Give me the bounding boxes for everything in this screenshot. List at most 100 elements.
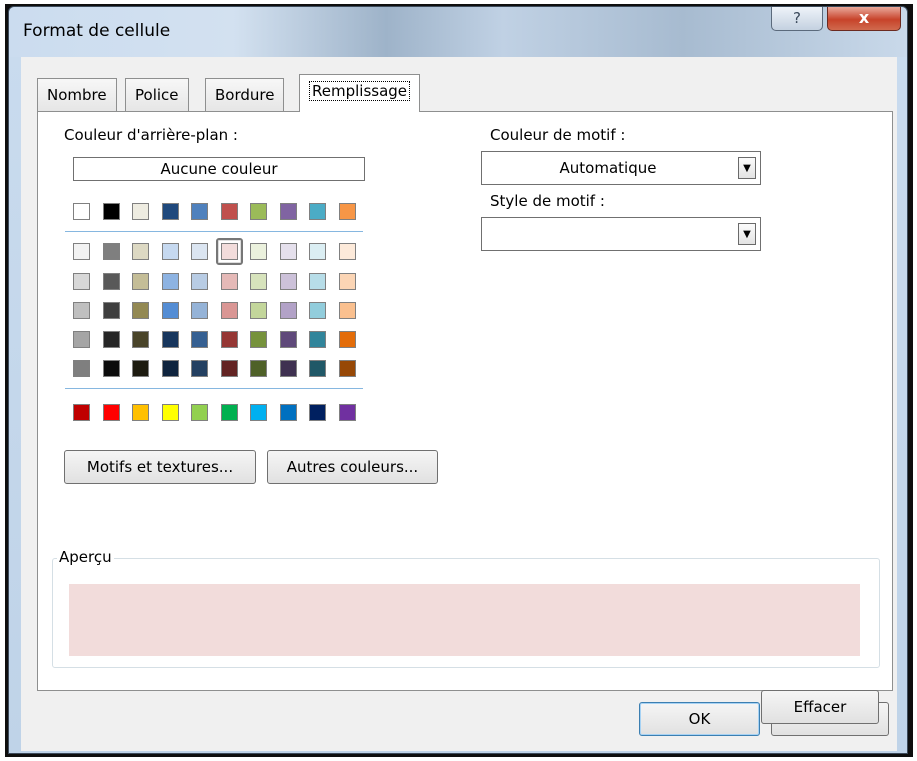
theme-shade-swatch[interactable] — [220, 360, 238, 377]
theme-shade-swatch[interactable] — [215, 238, 243, 265]
theme-color-swatch[interactable] — [309, 203, 326, 220]
theme-shade-swatch[interactable] — [279, 273, 297, 290]
tab-police[interactable]: Police — [125, 78, 189, 111]
theme-shade-swatch[interactable] — [132, 273, 149, 290]
theme-shade-swatch[interactable] — [338, 331, 356, 348]
theme-shade-swatch[interactable] — [102, 331, 120, 348]
pattern-style-dropdown[interactable]: ▼ — [481, 217, 761, 251]
theme-color-swatch[interactable] — [73, 203, 90, 220]
theme-shade-swatch[interactable] — [73, 273, 90, 290]
theme-shade-swatch[interactable] — [338, 273, 356, 290]
theme-shade-swatch[interactable] — [132, 360, 149, 377]
theme-shade-swatch[interactable] — [309, 360, 326, 377]
standard-color-swatch[interactable] — [309, 404, 326, 421]
background-color-label: Couleur d'arrière-plan : — [64, 126, 238, 144]
close-button[interactable]: x — [827, 7, 901, 31]
theme-shade-swatch[interactable] — [191, 331, 208, 348]
chevron-down-icon[interactable]: ▼ — [738, 223, 756, 245]
theme-shade-swatch[interactable] — [132, 243, 149, 260]
standard-color-swatch[interactable] — [191, 404, 208, 421]
fill-effects-button[interactable]: Motifs et textures... — [64, 450, 256, 484]
standard-color-swatch[interactable] — [338, 404, 356, 421]
no-color-button[interactable]: Aucune couleur — [73, 157, 365, 181]
theme-shade-swatch[interactable] — [220, 302, 238, 319]
theme-shade-swatch[interactable] — [279, 302, 297, 319]
theme-shade-swatch[interactable] — [250, 243, 267, 260]
theme-shade-swatch[interactable] — [73, 243, 90, 260]
palette-divider — [65, 388, 363, 389]
tab-label: Bordure — [215, 86, 275, 104]
theme-shade-swatch[interactable] — [338, 302, 356, 319]
theme-shade-swatch[interactable] — [161, 331, 179, 348]
help-icon: ? — [793, 9, 801, 27]
tab-bordure[interactable]: Bordure — [205, 78, 285, 111]
theme-shade-swatch[interactable] — [279, 243, 297, 260]
standard-color-swatch[interactable] — [73, 404, 90, 421]
theme-color-swatch[interactable] — [161, 203, 179, 220]
theme-shade-swatch[interactable] — [161, 360, 179, 377]
theme-color-swatch[interactable] — [191, 203, 208, 220]
format-cells-dialog: Format de cellule ? x Nombre Police Bord… — [8, 6, 908, 754]
theme-color-swatch[interactable] — [338, 203, 356, 220]
close-icon: x — [858, 8, 870, 27]
tab-nombre[interactable]: Nombre — [37, 78, 117, 111]
pattern-style-label: Style de motif : — [490, 192, 605, 210]
theme-shade-swatch[interactable] — [102, 360, 120, 377]
theme-shade-swatch[interactable] — [73, 302, 90, 319]
tab-label: Police — [135, 86, 179, 104]
standard-color-swatch[interactable] — [279, 404, 297, 421]
theme-shade-swatch[interactable] — [73, 360, 90, 377]
theme-shade-swatch[interactable] — [309, 243, 326, 260]
standard-color-swatch[interactable] — [220, 404, 238, 421]
theme-shade-swatch[interactable] — [132, 331, 149, 348]
theme-shade-swatch[interactable] — [191, 360, 208, 377]
theme-shade-swatch[interactable] — [250, 302, 267, 319]
theme-shade-swatch[interactable] — [191, 273, 208, 290]
theme-shade-swatch[interactable] — [250, 360, 267, 377]
title-bar[interactable]: Format de cellule ? x — [9, 7, 907, 57]
theme-shade-swatch[interactable] — [132, 302, 149, 319]
standard-color-swatch[interactable] — [250, 404, 267, 421]
tab-remplissage[interactable]: Remplissage — [299, 74, 421, 112]
theme-color-swatch[interactable] — [250, 203, 267, 220]
theme-shade-swatch[interactable] — [102, 302, 120, 319]
dialog-title: Format de cellule — [23, 21, 171, 41]
theme-shade-swatch[interactable] — [73, 331, 90, 348]
theme-shade-swatch[interactable] — [220, 273, 238, 290]
pattern-style-value — [482, 218, 734, 250]
standard-color-swatch[interactable] — [102, 404, 120, 421]
theme-shade-swatch[interactable] — [338, 360, 356, 377]
theme-shade-swatch[interactable] — [102, 273, 120, 290]
preview-swatch — [69, 584, 860, 656]
theme-shade-swatch[interactable] — [161, 243, 179, 260]
theme-shade-swatch[interactable] — [250, 273, 267, 290]
more-colors-button[interactable]: Autres couleurs... — [267, 450, 438, 484]
standard-color-swatch[interactable] — [132, 404, 149, 421]
theme-shade-swatch[interactable] — [309, 302, 326, 319]
theme-shade-swatch[interactable] — [191, 302, 208, 319]
theme-color-swatch[interactable] — [132, 203, 149, 220]
selected-swatch-fill — [220, 243, 238, 260]
tab-label: Remplissage — [309, 81, 411, 101]
theme-shade-swatch[interactable] — [279, 331, 297, 348]
theme-shade-swatch[interactable] — [279, 360, 297, 377]
theme-shade-swatch[interactable] — [161, 302, 179, 319]
standard-color-swatch[interactable] — [161, 404, 179, 421]
theme-shade-swatch[interactable] — [309, 273, 326, 290]
theme-shade-swatch[interactable] — [220, 331, 238, 348]
theme-shade-swatch[interactable] — [191, 243, 208, 260]
theme-shade-swatch[interactable] — [102, 243, 120, 260]
theme-shade-swatch[interactable] — [338, 243, 356, 260]
theme-shade-swatch[interactable] — [309, 331, 326, 348]
clear-button[interactable]: Effacer — [761, 690, 879, 724]
theme-shade-swatch[interactable] — [161, 273, 179, 290]
help-button[interactable]: ? — [771, 7, 823, 31]
theme-shade-swatch[interactable] — [250, 331, 267, 348]
ok-button[interactable]: OK — [639, 702, 760, 736]
chevron-down-icon[interactable]: ▼ — [738, 157, 756, 179]
theme-color-swatch[interactable] — [279, 203, 297, 220]
pattern-color-dropdown[interactable]: Automatique ▼ — [481, 151, 761, 185]
theme-color-swatch[interactable] — [102, 203, 120, 220]
preview-label: Aperçu — [57, 548, 114, 566]
theme-color-swatch[interactable] — [220, 203, 238, 220]
